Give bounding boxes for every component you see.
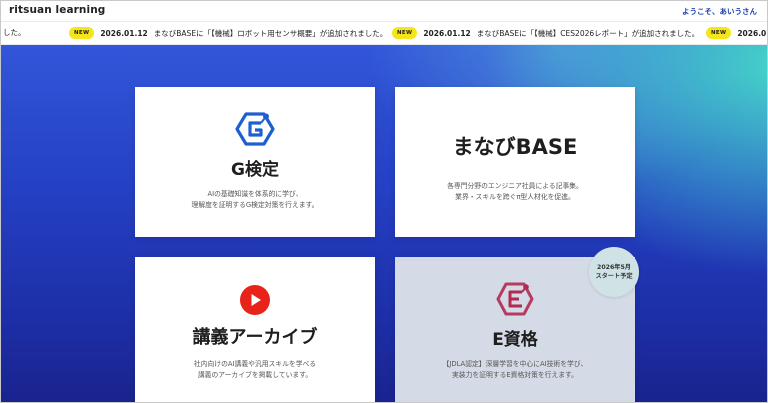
card-description-line: 社内向けのAI講義や汎用スキルを学べる	[193, 360, 317, 368]
card-manabi-base[interactable]: まなびBASE 各専門分野のエンジニア社員による記事集。 業界・スキルを跨ぐπ型…	[395, 87, 635, 237]
card-lecture-archive[interactable]: 講義アーカイブ 社内向けのAI講義や汎用スキルを学べる 講義のアーカイブを掲載し…	[135, 257, 375, 402]
ticker-fragment[interactable]: した。	[3, 27, 26, 38]
site-logo[interactable]: ritsuan learning	[9, 4, 105, 16]
card-description-line: 講義のアーカイブを掲載しています。	[197, 371, 313, 379]
new-badge: NEW	[392, 27, 418, 39]
ticker-text: まなびBASEに「【機械】CES2026レポート」が追加されました。	[476, 28, 700, 38]
ticker-item[interactable]: NEW 2026.01.14	[706, 27, 767, 39]
card-title: まなびBASE	[452, 135, 578, 159]
hero-background	[1, 45, 767, 402]
new-badge: NEW	[69, 27, 95, 39]
new-badge: NEW	[706, 27, 732, 39]
play-icon	[239, 284, 271, 316]
ticker-fragment-text: した。	[3, 28, 26, 37]
coming-soon-date: 2026年5月	[597, 264, 631, 271]
ticker-text: まなびBASEに「【機械】ロボット用センサ概要」が追加されました。	[153, 28, 388, 38]
g-certification-hexagon-icon	[235, 111, 275, 147]
card-description-line: 業界・スキルを跨ぐπ型人材化を促進。	[455, 193, 575, 201]
e-certification-hexagon-icon	[496, 281, 534, 317]
ticker-date: 2026.01.12	[423, 28, 471, 38]
ticker-date: 2026.01.12	[100, 28, 148, 38]
ticker-item[interactable]: NEW 2026.01.12 まなびBASEに「【機械】ロボット用センサ概要」が…	[69, 27, 387, 39]
welcome-user-link[interactable]: ようこそ、あいうさん	[682, 6, 757, 17]
page-frame: ritsuan learning ようこそ、あいうさん した。 NEW 2026…	[0, 0, 768, 403]
ticker-item[interactable]: NEW 2026.01.12 まなびBASEに「【機械】CES2026レポート」…	[392, 27, 699, 39]
card-description-line: AIの基礎知識を体系的に学び、	[207, 190, 303, 198]
card-description-line: 理解度を証明するG検定対策を行えます。	[191, 201, 319, 209]
card-title: E資格	[492, 330, 538, 350]
coming-soon-badge: 2026年5月 スタート予定	[589, 247, 639, 297]
card-description: 各専門分野のエンジニア社員による記事集。 業界・スキルを跨ぐπ型人材化を促進。	[395, 181, 635, 203]
card-description-line: 実装力を証明するE資格対策を行えます。	[452, 371, 578, 379]
card-description: AIの基礎知識を体系的に学び、 理解度を証明するG検定対策を行えます。	[135, 189, 375, 211]
card-title: 講義アーカイブ	[192, 327, 318, 348]
coming-soon-label: スタート予定	[595, 273, 633, 280]
card-description: 社内向けのAI講義や汎用スキルを学べる 講義のアーカイブを掲載しています。	[135, 359, 375, 381]
card-g-kentei[interactable]: G検定 AIの基礎知識を体系的に学び、 理解度を証明するG検定対策を行えます。	[135, 87, 375, 237]
ticker-date: 2026.01.14	[737, 28, 767, 38]
site-header: ritsuan learning ようこそ、あいうさん	[1, 1, 767, 21]
news-ticker: した。 NEW 2026.01.12 まなびBASEに「【機械】ロボット用センサ…	[1, 21, 767, 45]
card-description: 【JDLA認定】深層学習を中心にAI技術を学び、 実装力を証明するE資格対策を行…	[395, 359, 635, 381]
card-title: G検定	[231, 160, 279, 180]
card-description-line: 【JDLA認定】深層学習を中心にAI技術を学び、	[442, 360, 588, 368]
card-description-line: 各専門分野のエンジニア社員による記事集。	[447, 182, 583, 190]
